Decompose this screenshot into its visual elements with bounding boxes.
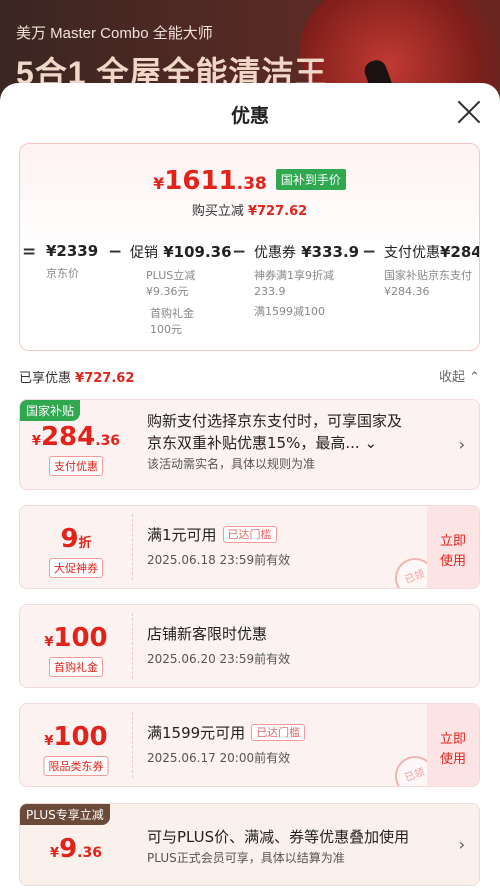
plus-amount-decimal: .36 [77, 845, 102, 861]
use-now-line1: 立即 [439, 732, 466, 747]
enjoyed-label: 已享优惠 [19, 371, 72, 386]
instant-reduction-label: 购买立减 [191, 204, 244, 219]
plus-note: PLUS正式会员可享，具体以结算为准 [147, 851, 345, 865]
formula-value: ¥109.36 [163, 243, 232, 261]
subsidy-chip: 支付优惠 [49, 456, 103, 476]
formula-value: ¥333.9 [301, 243, 360, 261]
formula-item-jd-price: ¥2339 京东价 [46, 242, 98, 282]
final-price-currency: ¥ [153, 174, 165, 193]
formula-sub: 国家补贴京东支付 [384, 269, 472, 282]
subsidy-price-badge: 国补到手价 [275, 169, 346, 190]
formula-label: 支付优惠 [384, 245, 440, 261]
subsidy-amount-decimal: .36 [95, 433, 121, 449]
discount-chip: 大促神券 [49, 558, 103, 578]
gift-amount: ¥100 [20, 623, 132, 653]
formula-item-payment: 支付优惠¥284 国家补贴京东支付 ¥284.36 [384, 242, 480, 300]
subsidy-amount: ¥284.36 [20, 422, 132, 452]
subsidy-note: 该活动需实名，具体以规则为准 [147, 457, 316, 471]
use-now-line1: 立即 [439, 534, 466, 549]
category-amount: ¥100 [20, 722, 132, 752]
formula-sub: 京东价 [46, 267, 79, 280]
formula-operator: − [232, 242, 247, 262]
plus-amount-integer: 9 [59, 834, 78, 864]
formula-item-promotion: 促销 ¥109.36 PLUS立减 ¥9.36元 首购礼金 100元 [130, 242, 232, 338]
formula-sub: 满1599减100 [254, 305, 325, 318]
plus-title: 可与PLUS价、满减、券等优惠叠加使用 [147, 828, 410, 846]
instant-reduction: 购买立减 ¥727.62 [20, 200, 479, 219]
category-chip: 限品类东券 [43, 756, 109, 776]
collapse-toggle[interactable]: 收起 ⌃ [439, 366, 480, 385]
subsidy-currency: ¥ [31, 434, 41, 449]
final-price: ¥1611.38 国补到手价 [20, 166, 479, 196]
formula-sub: 100元 [150, 323, 182, 336]
formula-sub: 神券满1享9折减 [254, 269, 334, 282]
card-divider [132, 712, 133, 778]
category-amount-integer: 100 [53, 722, 108, 752]
gift-amount-integer: 100 [53, 623, 108, 653]
enjoyed-discount: 已享优惠 ¥727.62 [19, 367, 134, 386]
formula-label: 促销 [130, 245, 158, 261]
category-valid: 2025.06.17 20:00前有效 [147, 751, 291, 765]
chevron-down-icon[interactable]: ⌄ [364, 434, 377, 452]
subsidy-card[interactable]: 国家补贴 ¥284.36 支付优惠 购新支付选择京东支付时，可享国家及 京东双重… [19, 399, 480, 490]
final-price-integer: 1611 [164, 166, 237, 196]
formula-sub: 首购礼金 [150, 307, 194, 320]
collapse-label: 收起 [438, 370, 465, 385]
category-title: 满1599元可用 [147, 724, 246, 742]
threshold-reached-badge: 已达门槛 [251, 724, 306, 741]
card-divider [132, 514, 133, 580]
gift-title: 店铺新客限时优惠 [147, 625, 268, 643]
banner-brand-line: 美万 Master Combo 全能大师 [16, 25, 213, 42]
enjoyed-amount: ¥727.62 [75, 371, 135, 386]
subsidy-title-line1: 购新支付选择京东支付时，可享国家及 [147, 412, 403, 430]
gift-valid: 2025.06.20 23:59前有效 [147, 652, 291, 666]
discount-value: 9 [60, 524, 79, 554]
use-now-line2: 使用 [439, 752, 466, 767]
use-now-button[interactable]: 立即 使用 [427, 506, 479, 588]
formula-sub: ¥284.36 [384, 285, 430, 298]
formula-item-coupon: 优惠券 ¥333.9 神券满1享9折减 233.9 满1599减100 [254, 242, 359, 320]
formula-operator: = [22, 242, 37, 262]
threshold-reached-badge: 已达门槛 [222, 526, 277, 543]
formula-sub: PLUS立减 [146, 269, 196, 282]
category-coupon-card: ¥100 限品类东券 满1599元可用 已达门槛 2025.06.17 20:00… [19, 703, 480, 787]
use-now-line2: 使用 [439, 554, 466, 569]
formula-sub: 233.9 [254, 285, 286, 298]
chevron-right-icon[interactable]: › [459, 435, 465, 454]
sheet-title: 优惠 [230, 105, 269, 127]
discount-sheet: 优惠 ¥1611.38 国补到手价 购买立减 ¥727.62 = ¥2339 京… [0, 83, 500, 889]
formula-sub: ¥9.36元 [146, 285, 189, 298]
discount-title: 满1元可用 [147, 526, 217, 544]
subsidy-title-line2: 京东双重补贴优惠15%，最高... [147, 434, 360, 452]
formula-value: ¥284 [440, 243, 480, 261]
close-icon[interactable] [456, 99, 482, 125]
plus-card[interactable]: PLUS专享立减 ¥9.36 可与PLUS价、满减、券等优惠叠加使用 PLUS正… [19, 803, 480, 886]
discount-amount: 9折 [20, 524, 132, 554]
final-price-decimal: .38 [236, 174, 267, 194]
subsidy-amount-integer: 284 [40, 422, 96, 452]
gift-coupon-card: ¥100 首购礼金 店铺新客限时优惠 2025.06.20 23:59前有效 [19, 604, 480, 688]
gift-chip: 首购礼金 [49, 657, 103, 677]
plus-amount: ¥9.36 [20, 834, 132, 864]
plus-currency: ¥ [50, 846, 60, 861]
formula-operator: − [362, 242, 377, 262]
discount-coupon-card: 9折 大促神券 满1元可用 已达门槛 2025.06.18 23:59前有效 已领… [19, 505, 480, 589]
discount-valid: 2025.06.18 23:59前有效 [147, 553, 291, 567]
chevron-right-icon[interactable]: › [459, 835, 465, 854]
price-formula: = ¥2339 京东价 − 促销 ¥109.36 PLUS立减 ¥9.36元 首… [20, 242, 480, 350]
card-divider [132, 613, 133, 679]
use-now-button[interactable]: 立即 使用 [427, 704, 479, 786]
formula-value: ¥2339 [46, 242, 99, 260]
chevron-up-icon: ⌃ [469, 370, 480, 385]
discount-unit: 折 [78, 536, 92, 551]
instant-reduction-amount: ¥727.62 [247, 204, 308, 219]
formula-operator: − [108, 242, 123, 262]
price-summary-card: ¥1611.38 国补到手价 购买立减 ¥727.62 = ¥2339 京东价 … [19, 143, 480, 351]
formula-label: 优惠券 [254, 245, 296, 261]
